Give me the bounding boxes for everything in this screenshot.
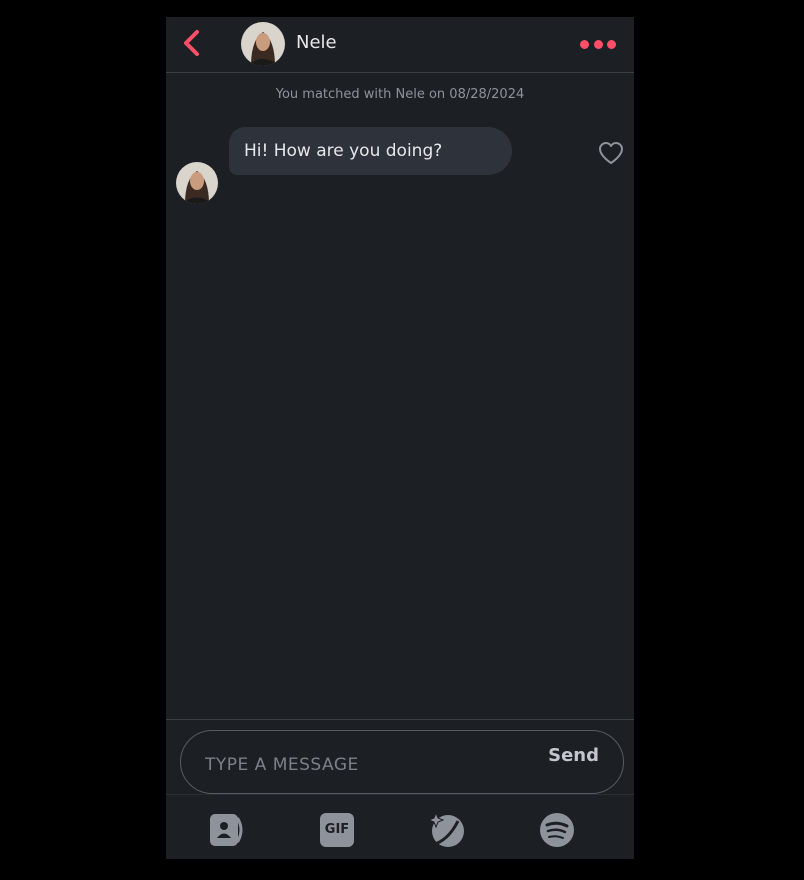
contact-card-icon — [210, 814, 243, 846]
chat-screen: Nele You matched with Nele on 08/28/2024… — [166, 17, 634, 859]
sticker-button[interactable] — [427, 811, 466, 849]
gif-icon: GIF — [320, 813, 354, 847]
like-message-button[interactable] — [598, 141, 624, 165]
sticker-icon — [427, 811, 464, 847]
match-notice: You matched with Nele on 08/28/2024 — [275, 87, 525, 102]
profile-photo — [176, 162, 218, 204]
profile-photo — [241, 22, 285, 66]
spotify-icon — [540, 813, 574, 847]
heart-icon — [599, 142, 623, 164]
divider — [166, 794, 634, 795]
more-options-button[interactable] — [580, 37, 616, 51]
gif-button[interactable]: GIF — [318, 811, 356, 849]
message-input[interactable] — [205, 750, 535, 780]
send-button[interactable]: Send — [548, 745, 599, 766]
message-bubble[interactable]: Hi! How are you doing? — [229, 127, 512, 175]
contact-card-button[interactable] — [208, 811, 246, 849]
chevron-left-icon — [184, 30, 199, 56]
avatar[interactable] — [241, 22, 285, 66]
chat-header: Nele — [166, 17, 634, 73]
more-dot-icon — [593, 39, 603, 49]
sender-avatar[interactable] — [176, 162, 218, 204]
message-composer: Send — [180, 730, 624, 794]
more-dot-icon — [607, 39, 616, 49]
more-dot-icon — [580, 39, 589, 49]
contact-name[interactable]: Nele — [296, 32, 337, 53]
divider — [166, 719, 634, 720]
spotify-button[interactable] — [538, 811, 576, 849]
back-button[interactable] — [180, 29, 204, 57]
